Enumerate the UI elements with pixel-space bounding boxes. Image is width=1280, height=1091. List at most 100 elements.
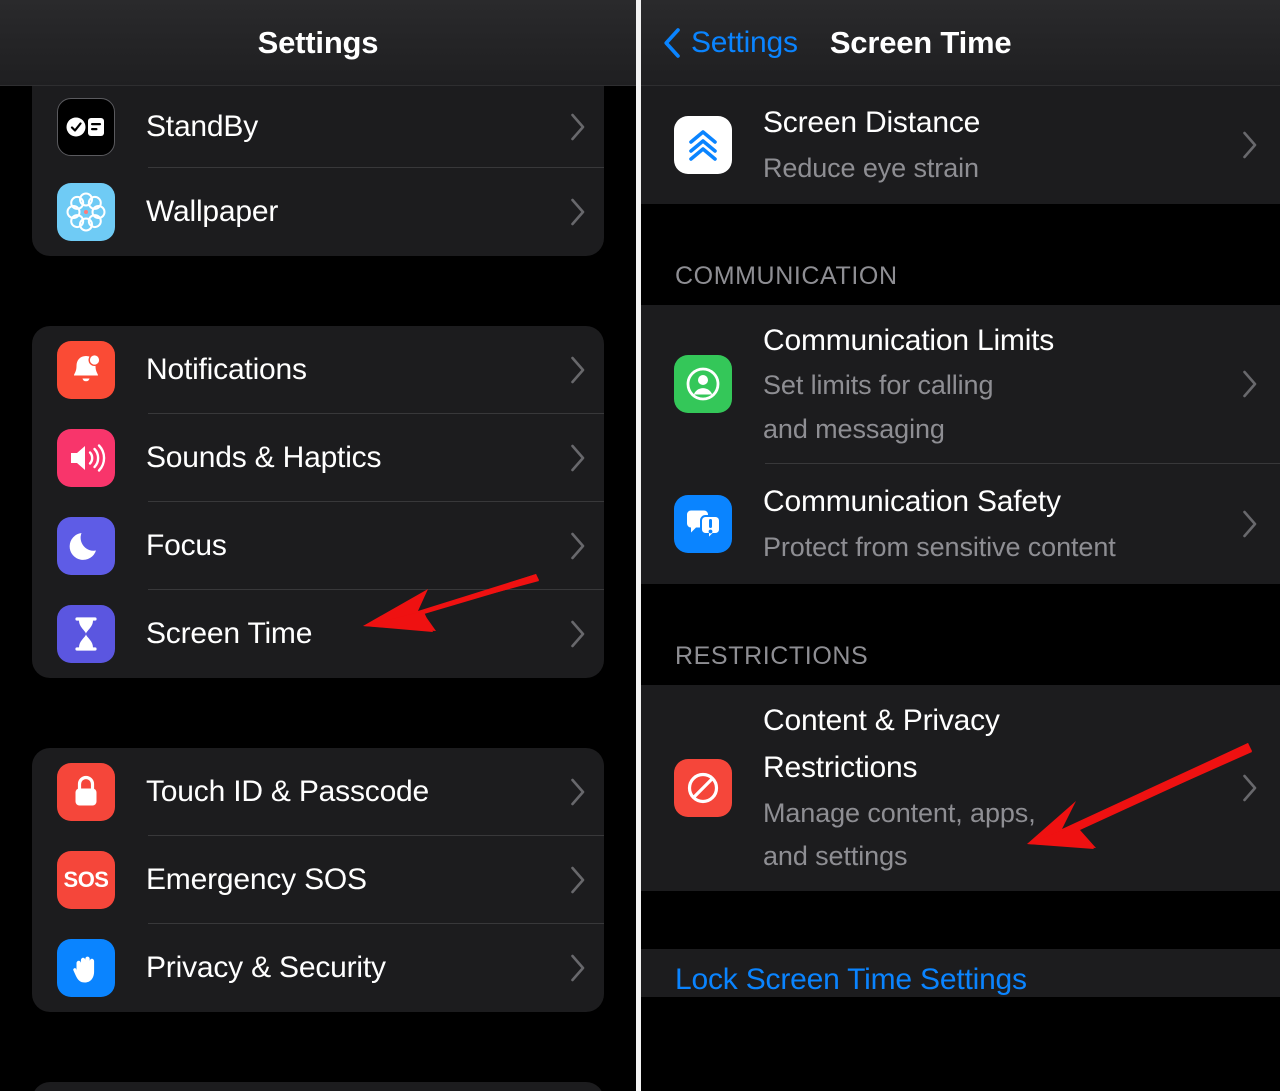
moon-icon (57, 517, 115, 575)
group-gap (32, 678, 604, 748)
chevron-right-icon (1243, 510, 1257, 538)
lock-screen-time-settings-button[interactable]: Lock Screen Time Settings (641, 963, 1280, 997)
privacy-row-body: Privacy & Security (146, 932, 556, 1003)
message-alert-icon (674, 494, 732, 553)
no-entry-icon-wrap (673, 758, 733, 817)
sidebar-item-label: Touch ID & Passcode (146, 775, 430, 809)
sidebar-item-label: Notifications (146, 353, 307, 387)
touchid-row-body: Touch ID & Passcode (146, 756, 556, 827)
list-item-subtitle-line1: Set limits for calling (763, 370, 994, 401)
person-circle-icon-wrap (673, 355, 733, 414)
sounds-row-body: Sounds & Haptics (146, 422, 556, 493)
group-gap (32, 1012, 604, 1082)
sidebar-item-label: Focus (146, 529, 227, 563)
sidebar-item-standby[interactable]: StandBy (32, 86, 604, 168)
sidebar-item-focus[interactable]: Focus (32, 502, 604, 590)
page-title: Screen Time (829, 24, 1012, 60)
sidebar-item-sounds-haptics[interactable]: Sounds & Haptics (32, 414, 604, 502)
group-gap (32, 256, 604, 326)
chevron-right-icon (571, 532, 585, 560)
list-item-communication-limits[interactable]: Communication Limits Set limits for call… (641, 305, 1280, 464)
hourglass-icon (57, 605, 115, 663)
left-scroll-content[interactable]: StandBy Wallpaper Notifications Sounds &… (0, 86, 636, 1091)
hand-icon (57, 939, 115, 997)
sidebar-item-screen-time[interactable]: Screen Time (32, 590, 604, 678)
list-item-subtitle-line1: Manage content, apps, (763, 797, 1036, 828)
right-scroll-content[interactable]: Screen Distance Reduce eye strain COMMUN… (641, 86, 1280, 998)
screen-distance-card: Screen Distance Reduce eye strain (641, 86, 1280, 204)
right-navbar: Settings Screen Time (641, 0, 1280, 86)
list-item-subtitle-line2: and messaging (763, 414, 945, 445)
screen-distance-icon (674, 116, 732, 174)
standby-icon-wrap (56, 98, 116, 156)
communication-card: Communication Limits Set limits for call… (641, 305, 1280, 584)
communication-safety-body: Communication Safety Protect from sensit… (763, 466, 1228, 581)
settings-group-notifications: Notifications Sounds & Haptics Focus Scr… (32, 326, 604, 678)
left-panel-settings: Settings StandBy Wallpaper Notifications… (0, 0, 636, 1091)
chevron-right-icon (571, 866, 585, 894)
chevron-right-icon (571, 356, 585, 384)
chevron-right-icon (571, 198, 585, 226)
no-entry-icon (674, 758, 732, 817)
section-header-restrictions: RESTRICTIONS (675, 641, 869, 670)
communication-limits-body: Communication Limits Set limits for call… (763, 305, 1228, 464)
sos-icon: SOS (57, 851, 115, 909)
list-item-content-privacy-restrictions[interactable]: Content & Privacy Restrictions Manage co… (641, 685, 1280, 891)
focus-row-body: Focus (146, 510, 556, 581)
speaker-icon (57, 429, 115, 487)
sidebar-item-emergency-sos[interactable]: SOS Emergency SOS (32, 836, 604, 924)
back-button-label: Settings (691, 25, 798, 59)
sidebar-item-wallpaper[interactable]: Wallpaper (32, 168, 604, 256)
chevron-right-icon (571, 113, 585, 141)
sidebar-item-label: Privacy & Security (146, 951, 386, 985)
lock-icon (57, 763, 115, 821)
chevron-right-icon (571, 778, 585, 806)
standby-icon (57, 98, 115, 156)
chevron-right-icon (571, 954, 585, 982)
list-item-title-line1: Content & Privacy (763, 703, 1000, 737)
list-item-title: Communication Safety (763, 485, 1061, 519)
hourglass-icon-wrap (56, 605, 116, 663)
sidebar-item-label: Screen Time (146, 617, 313, 651)
wallpaper-icon (57, 183, 115, 241)
moon-icon-wrap (56, 517, 116, 575)
list-item-subtitle-line2: and settings (763, 841, 908, 872)
sidebar-item-touch-id-passcode[interactable]: Touch ID & Passcode (32, 748, 604, 836)
page-title: Settings (257, 24, 379, 60)
person-circle-icon (674, 355, 732, 414)
sidebar-item-label: Sounds & Haptics (146, 441, 382, 475)
list-item-subtitle-line1: Protect from sensitive content (763, 531, 1116, 562)
lock-icon-wrap (56, 763, 116, 821)
lock-settings-card: Lock Screen Time Settings (641, 949, 1280, 998)
chevron-right-icon (571, 444, 585, 472)
restrictions-card: Content & Privacy Restrictions Manage co… (641, 684, 1280, 892)
list-item-screen-distance[interactable]: Screen Distance Reduce eye strain (641, 86, 1280, 204)
sos-row-body: Emergency SOS (146, 844, 556, 915)
list-item-title-line2: Restrictions (763, 751, 918, 785)
list-item-title: Communication Limits (763, 324, 1055, 357)
hand-icon-wrap (56, 939, 116, 997)
chevron-left-icon (664, 27, 680, 58)
chevron-right-icon (571, 620, 585, 648)
sidebar-item-label: Emergency SOS (146, 863, 367, 897)
settings-group-next-partial (32, 1082, 604, 1091)
section-header-communication: COMMUNICATION (675, 262, 898, 290)
list-item-title: Screen Distance (763, 106, 981, 140)
sos-icon-text: SOS (63, 867, 109, 892)
standby-row-body: StandBy (146, 91, 556, 162)
message-alert-icon-wrap (673, 494, 733, 553)
back-button[interactable]: Settings (663, 26, 798, 60)
list-item-communication-safety[interactable]: Communication Safety Protect from sensit… (641, 464, 1280, 584)
screenshot-root: Settings StandBy Wallpaper Notifications… (0, 0, 1280, 1091)
sidebar-item-notifications[interactable]: Notifications (32, 326, 604, 414)
bell-icon-wrap (56, 341, 116, 399)
wallpaper-row-body: Wallpaper (146, 176, 556, 247)
sidebar-item-label: Wallpaper (146, 195, 279, 229)
sidebar-item-privacy-security[interactable]: Privacy & Security (32, 924, 604, 1012)
screen-time-row-body: Screen Time (146, 598, 556, 669)
list-item-subtitle: Reduce eye strain (763, 152, 979, 183)
chevron-right-icon (1243, 774, 1257, 802)
content-privacy-body: Content & Privacy Restrictions Manage co… (763, 685, 1228, 891)
